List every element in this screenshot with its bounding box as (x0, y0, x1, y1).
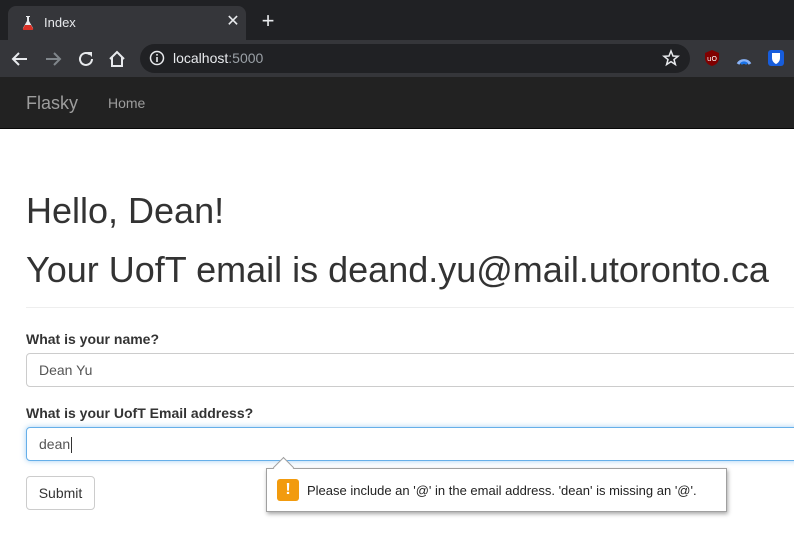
info-icon[interactable] (149, 50, 165, 66)
email-input[interactable]: dean (26, 427, 794, 461)
forward-arrow-icon[interactable] (42, 48, 64, 70)
email-label: What is your UofT Email address? (26, 405, 254, 421)
home-icon[interactable] (106, 48, 128, 70)
browser-tab[interactable]: Index ✕ (8, 6, 246, 40)
submit-button[interactable]: Submit (26, 476, 95, 510)
email-heading: Your UofT email is deand.yu@mail.utoront… (26, 249, 769, 290)
browser-tabstrip: Index ✕ + (0, 0, 794, 40)
warning-icon: ! (277, 479, 299, 501)
navbar-brand[interactable]: Flasky (26, 93, 78, 114)
bookmark-star-icon[interactable] (662, 49, 680, 67)
arc-extension-icon[interactable] (735, 49, 753, 67)
url-text[interactable]: localhost:5000 (173, 50, 263, 66)
name-input[interactable]: Dean Yu (26, 353, 794, 387)
greeting-heading: Hello, Dean! (26, 190, 225, 231)
close-tab-icon[interactable]: ✕ (224, 13, 242, 31)
reload-icon[interactable] (75, 48, 97, 70)
ublock-extension-icon[interactable]: uO (703, 49, 721, 67)
flask-icon (22, 16, 34, 31)
svg-text:uO: uO (707, 55, 717, 63)
address-bar[interactable]: localhost:5000 (140, 44, 690, 73)
app-navbar: Flasky Home (0, 77, 794, 129)
browser-toolbar: localhost:5000 uO (0, 40, 794, 77)
bitwarden-extension-icon[interactable] (767, 49, 785, 67)
tab-title: Index (44, 15, 76, 30)
text-caret (71, 437, 73, 454)
nav-link-home[interactable]: Home (108, 95, 145, 111)
validation-tooltip: ! Please include an '@' in the email add… (266, 468, 727, 512)
name-label: What is your name? (26, 331, 160, 347)
validation-message: Please include an '@' in the email addre… (307, 483, 697, 498)
header-divider (26, 307, 794, 308)
new-tab-button[interactable]: + (258, 10, 278, 32)
back-arrow-icon[interactable] (9, 48, 31, 70)
